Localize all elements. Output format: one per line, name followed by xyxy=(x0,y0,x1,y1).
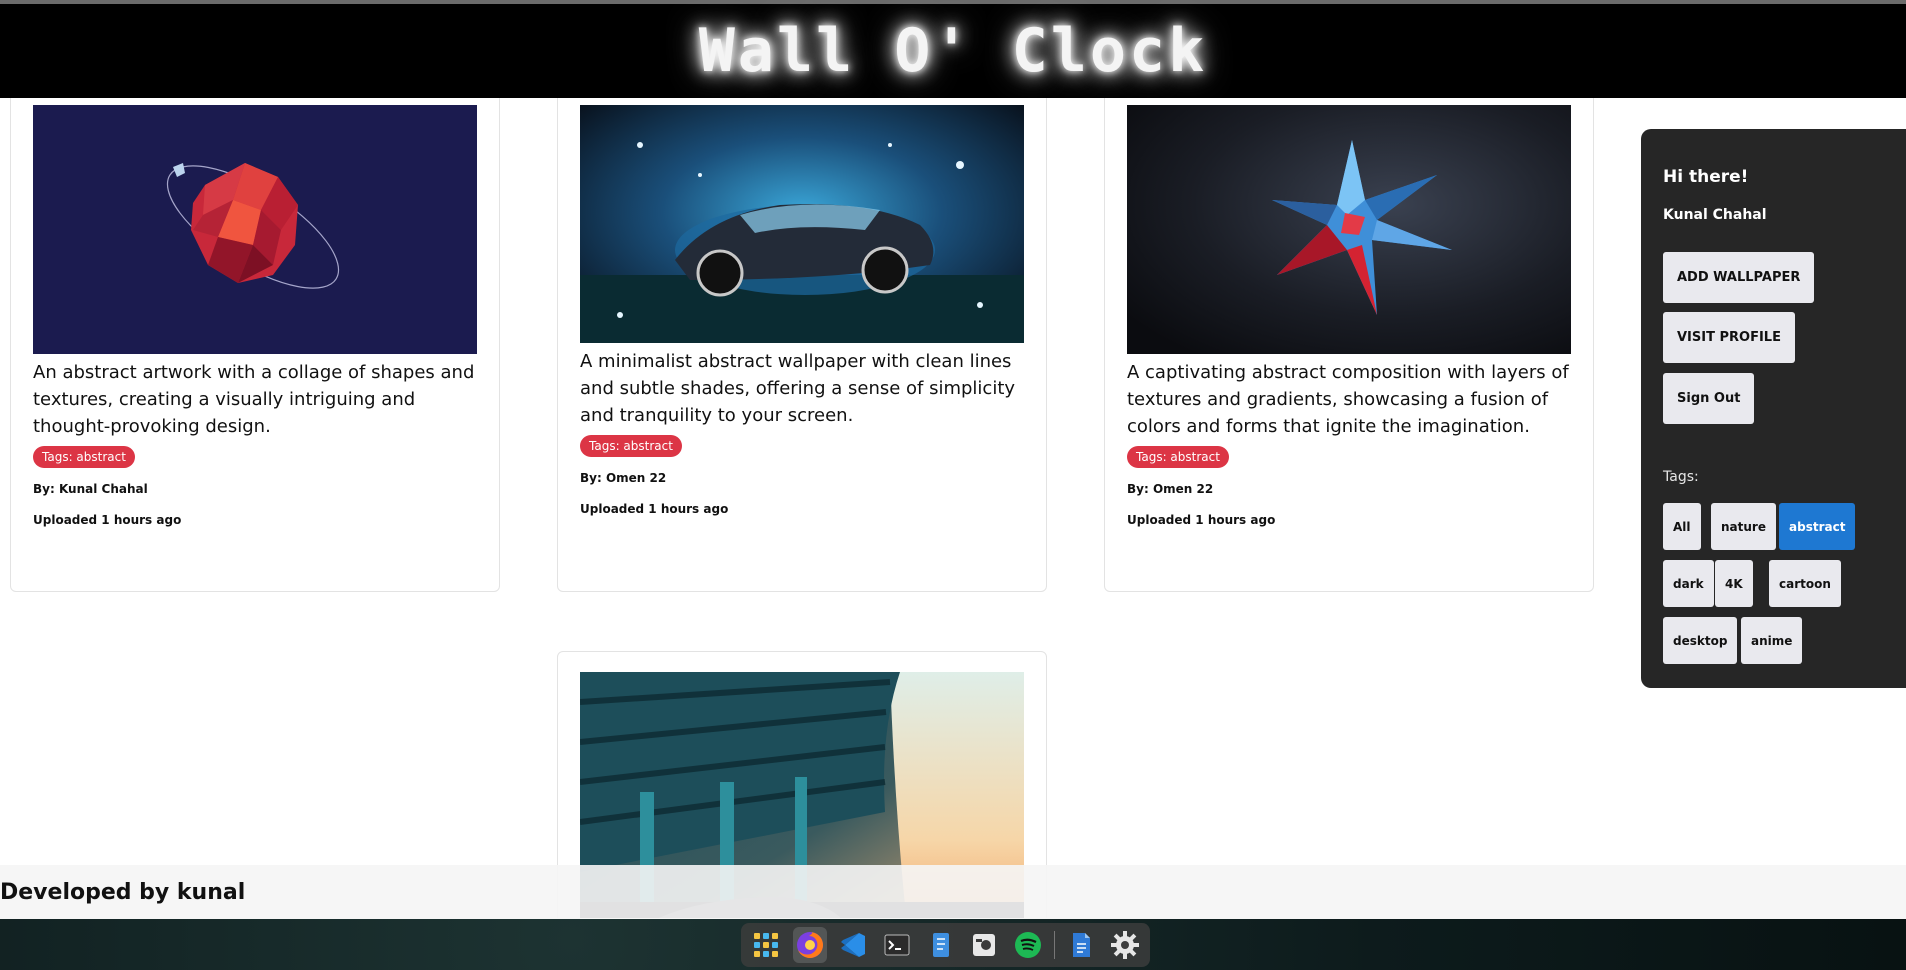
tag-filter-4k[interactable]: 4K xyxy=(1715,560,1753,607)
tag-filter-cartoon[interactable]: cartoon xyxy=(1769,560,1841,607)
tag-filter-dark[interactable]: dark xyxy=(1663,560,1714,607)
dock-separator xyxy=(1053,931,1055,959)
add-wallpaper-button[interactable]: ADD WALLPAPER xyxy=(1663,252,1815,303)
upload-time: Uploaded 1 hours ago xyxy=(1127,513,1276,527)
page-footer: Developed by kunal xyxy=(0,865,1906,919)
upload-time: Uploaded 1 hours ago xyxy=(580,502,729,516)
wallpaper-image[interactable] xyxy=(580,105,1024,343)
user-sidebar: Hi there! Kunal Chahal ADD WALLPAPER VIS… xyxy=(1641,129,1906,688)
site-title: Wall O' Clock xyxy=(698,16,1208,86)
wallpaper-card[interactable]: An abstract artwork with a collage of sh… xyxy=(10,98,500,592)
wallpaper-card[interactable]: A captivating abstract composition with … xyxy=(1104,98,1594,592)
screenshot-icon[interactable] xyxy=(967,927,1002,963)
firefox-icon[interactable] xyxy=(792,927,828,963)
settings-icon[interactable] xyxy=(1107,927,1142,963)
tags-heading: Tags: xyxy=(1663,469,1699,485)
greeting-text: Hi there! xyxy=(1663,167,1749,187)
wallpaper-description: An abstract artwork with a collage of sh… xyxy=(33,362,475,437)
upload-time: Uploaded 1 hours ago xyxy=(33,513,182,527)
spotify-icon[interactable] xyxy=(1010,927,1045,963)
terminal-icon[interactable] xyxy=(880,927,915,963)
text-editor-icon[interactable] xyxy=(923,927,958,963)
tag-filter-abstract[interactable]: abstract xyxy=(1779,503,1856,550)
vscode-icon[interactable] xyxy=(836,927,871,963)
tag-filter-anime[interactable]: anime xyxy=(1741,617,1803,664)
tag-filter-nature[interactable]: nature xyxy=(1711,503,1776,550)
tag-filter-all[interactable]: All xyxy=(1663,503,1701,550)
tag-filter-desktop[interactable]: desktop xyxy=(1663,617,1738,664)
document-icon[interactable] xyxy=(1064,927,1099,963)
sign-out-button[interactable]: Sign Out xyxy=(1663,373,1755,424)
site-header: Wall O' Clock xyxy=(0,4,1906,98)
wallpaper-grid: An abstract artwork with a collage of sh… xyxy=(0,98,1906,918)
wallpaper-description: A minimalist abstract wallpaper with cle… xyxy=(580,351,1016,426)
footer-credit: Developed by kunal xyxy=(0,879,246,905)
user-name: Kunal Chahal xyxy=(1663,207,1767,223)
wallpaper-description: A captivating abstract composition with … xyxy=(1127,362,1569,437)
tag-badge: Tags: abstract xyxy=(33,446,135,468)
app-dock xyxy=(741,923,1150,967)
tag-badge: Tags: abstract xyxy=(1127,446,1229,468)
wallpaper-card[interactable]: A minimalist abstract wallpaper with cle… xyxy=(557,98,1047,592)
app-grid-icon[interactable] xyxy=(749,927,784,963)
os-taskbar xyxy=(0,919,1906,970)
wallpaper-image[interactable] xyxy=(33,105,477,354)
author-label: By: Omen 22 xyxy=(1127,482,1214,496)
author-label: By: Kunal Chahal xyxy=(33,482,148,496)
tag-badge: Tags: abstract xyxy=(580,435,682,457)
visit-profile-button[interactable]: VISIT PROFILE xyxy=(1663,312,1795,363)
wallpaper-image[interactable] xyxy=(1127,105,1571,354)
author-label: By: Omen 22 xyxy=(580,471,667,485)
